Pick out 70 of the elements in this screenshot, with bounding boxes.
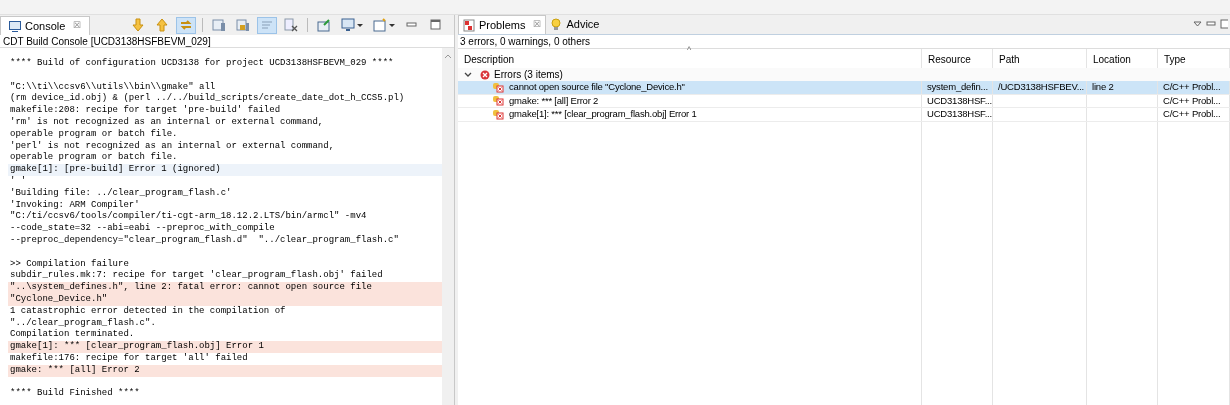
scroll-up-icon: [444, 54, 452, 59]
table-cell: system_defin...: [927, 80, 988, 95]
console-line: 1 catastrophic error detected in the compilation of: [9, 305, 287, 318]
console-line: operable program or batch file.: [9, 152, 179, 164]
lightbulb-icon: [550, 18, 563, 31]
scrollbar[interactable]: [442, 48, 454, 405]
console-line: >> Compilation failure: [9, 258, 130, 270]
console-line: 'rm' is not recognized as an internal or external command,: [9, 117, 325, 129]
link-arrows-icon: [179, 18, 193, 32]
table-cell: C/C++ Probl...: [1163, 93, 1221, 108]
monitor-button[interactable]: [338, 16, 366, 34]
console-line: makefile:208: recipe for target 'pre-build' failed: [9, 105, 282, 117]
word-wrap-icon: [260, 18, 274, 32]
table-cell: /UCD3138HSFBEV...: [998, 80, 1084, 95]
console-line: subdir_rules.mk:7: recipe for target 'clear_program_flash.obj' failed: [9, 270, 384, 282]
table-cell: cannot open source file "Cyclone_Device.h": [509, 80, 685, 95]
table-cell: gmake: *** [all] Error 2: [509, 93, 599, 108]
console-line: (rm device_id.obj) & (perl ../../build_scripts/create_date_dot_h_CCS5.pl): [9, 93, 406, 105]
console-page-icon: [212, 18, 226, 32]
table-cell: UCD3138HSF...: [927, 93, 992, 108]
new-console-icon: [373, 18, 387, 32]
problems-icon: [463, 18, 475, 32]
problems-summary: 3 errors, 0 warnings, 0 others: [459, 35, 592, 48]
table-cell: C/C++ Probl...: [1163, 80, 1221, 95]
group-label[interactable]: Errors (3 items): [494, 67, 563, 82]
close-icon[interactable]: ☒: [533, 18, 542, 32]
table-cell: gmake[1]: *** [clear_program_flash.obj] Error 1: [509, 107, 697, 122]
new-console-button[interactable]: [370, 16, 398, 34]
error-marker-icon: [492, 95, 504, 107]
console-title: CDT Build Console [UCD3138HSFBEVM_029]: [0, 35, 454, 48]
minimize-icon: [1206, 21, 1216, 27]
console-line: operable program or batch file.: [9, 128, 179, 141]
problem-row[interactable]: gmake: *** [all] Error 2 UCD3138HSF... C/C++ Probl...: [458, 94, 1230, 108]
problem-row[interactable]: cannot open source file "Cyclone_Device.h" system_defin... /UCD3138HSFBEV... line 2 C/C++ Probl...: [458, 81, 1230, 95]
maximize-icon: [1220, 19, 1228, 29]
link-arrows-button[interactable]: [176, 16, 196, 34]
clear-console-icon: [284, 18, 298, 32]
expand-toggle[interactable]: [464, 71, 472, 78]
table-cell: C/C++ Probl...: [1163, 107, 1221, 122]
console-line: "C:\\ti\\ccsv6\\utils\\bin\\gmake" all: [9, 81, 217, 93]
console-line: 'perl' is not recognized as an internal or external command,: [9, 140, 336, 152]
error-marker-icon: [492, 108, 504, 120]
console-line: ' ': [9, 175, 28, 188]
console-line: 'Invoking: ARM Compiler': [9, 199, 141, 211]
view-menu-icon: [1193, 21, 1202, 27]
problem-row[interactable]: gmake[1]: *** [clear_program_flash.obj] Error 1 UCD3138HSF... C/C++ Probl...: [458, 108, 1230, 122]
chevron-icon: [464, 71, 472, 78]
console-line: "../clear_program_flash.c".: [9, 317, 157, 329]
maximize-icon: [429, 18, 443, 32]
close-icon[interactable]: ☒: [73, 19, 82, 33]
down-arrow-icon: [131, 18, 145, 32]
console-line: 'Building file: ../clear_program_flash.c': [9, 187, 233, 200]
console-line: "C:/ti/ccsv6/tools/compiler/ti-cgt-arm_18.12.2.LTS/bin/armcl" -mv4: [9, 211, 368, 223]
console-line: --preproc_dependency="clear_program_flash.d" "../clear_program_flash.c": [9, 234, 400, 247]
table-cell: line 2: [1092, 80, 1114, 95]
console-line: **** Build Finished ****: [9, 388, 141, 401]
view-tab[interactable]: Problems ☒: [458, 15, 547, 34]
error-marker-icon: [492, 81, 504, 93]
console-line: --code_state=32 --abi=eabi --preproc_with_compile: [9, 223, 276, 235]
up-arrow-icon: [155, 18, 169, 32]
console-line: Compilation terminated.: [9, 329, 136, 341]
console-icon: [9, 20, 21, 32]
monitor-icon: [341, 18, 355, 32]
pin-console-icon: [317, 18, 331, 32]
console-line: **** Build of configuration UCD3138 for project UCD3138HSFBEVM_029 ****: [9, 58, 395, 70]
view-tab[interactable]: Advice: [546, 15, 604, 34]
lock-icon: [236, 18, 250, 32]
console-line: makefile:176: recipe for target 'all' failed: [9, 352, 249, 365]
console-tab[interactable]: Console ☒: [0, 16, 91, 35]
table-cell: UCD3138HSF...: [927, 107, 992, 122]
